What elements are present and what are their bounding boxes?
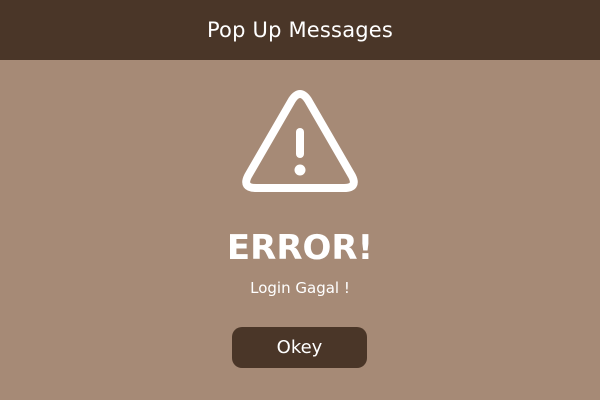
okey-button[interactable]: Okey xyxy=(232,327,367,368)
header-bar: Pop Up Messages xyxy=(0,0,600,60)
warning-triangle-icon xyxy=(242,90,358,192)
error-popup: ERROR! Login Gagal ! Okey xyxy=(0,60,600,400)
error-title: ERROR! xyxy=(226,228,374,268)
error-message: Login Gagal ! xyxy=(250,279,350,297)
page-title: Pop Up Messages xyxy=(206,18,394,42)
